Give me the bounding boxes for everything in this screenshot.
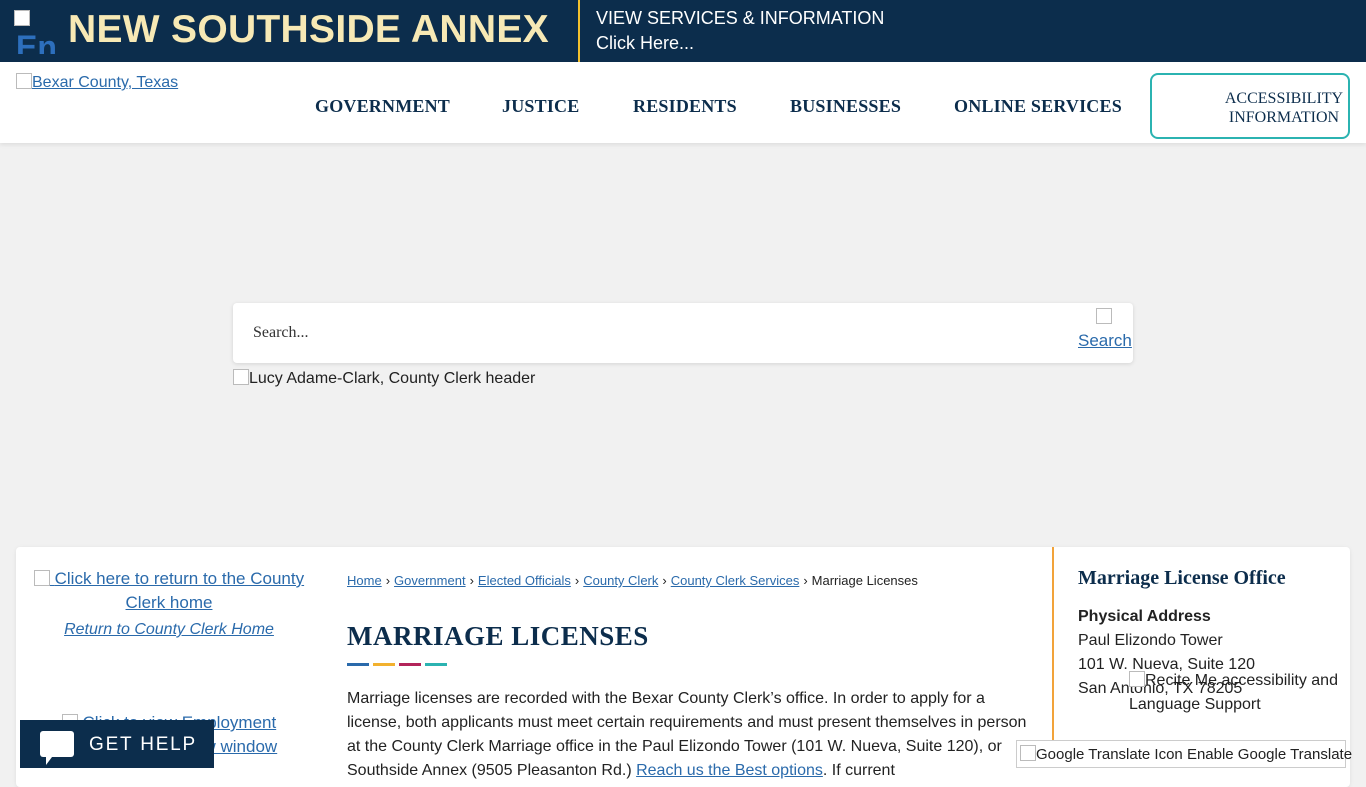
broken-image-icon [33,570,50,586]
return-image-alt: Click here to return to the County Clerk… [54,569,305,612]
breadcrumb: Home › Government › Elected Officials › County… [347,573,918,588]
banner-image-icon: En [14,10,62,54]
search-button-alt: Search [1078,331,1132,350]
breadcrumb-home[interactable]: Home [347,573,382,588]
nav-item-online-services[interactable]: ONLINE SERVICES [954,96,1122,117]
intro-paragraph: Marriage licenses are recorded with the … [347,687,1037,783]
broken-image-icon [14,10,30,26]
broken-image-icon [1020,745,1036,761]
sidebar-title: Marriage License Office [1078,567,1286,589]
breadcrumb-elected-officials[interactable]: Elected Officials [478,573,571,588]
breadcrumb-county-clerk-services[interactable]: County Clerk Services [671,573,800,588]
banner-image-alt: En [16,29,57,54]
search-button[interactable]: Search [1078,305,1132,361]
site-header: Bexar County, Texas GOVERNMENT JUSTICE R… [0,62,1366,143]
search-bar [233,303,1133,363]
breadcrumb-separator: › [574,573,580,588]
page-title: MARRIAGE LICENSES [347,621,649,651]
broken-image-icon [1129,671,1145,687]
accessibility-label-line1: ACCESSIBILITY [1224,90,1344,107]
title-bar-yellow [373,663,395,666]
breadcrumb-separator: › [803,573,808,588]
return-home-image-link[interactable]: Click here to return to the County Clerk… [16,567,322,615]
breadcrumb-separator: › [469,573,474,588]
title-bar-teal [425,663,447,666]
translate-icon-alt: Google Translate Icon [1036,746,1183,763]
site-logo[interactable]: Bexar County, Texas [16,73,178,92]
breadcrumb-county-clerk[interactable]: County Clerk [583,573,658,588]
recite-me-alt: Recite Me accessibility and Language Sup… [1129,672,1338,713]
get-help-label: GET HELP [89,734,198,755]
title-bar-red [399,663,421,666]
nav-item-residents[interactable]: RESIDENTS [633,96,737,117]
banner-divider [578,0,580,62]
breadcrumb-current: Marriage Licenses [811,573,918,588]
county-clerk-header-image: Lucy Adame-Clark, County Clerk header [233,369,535,388]
reach-us-link[interactable]: Reach us the Best options [636,762,823,779]
nav-item-government[interactable]: GOVERNMENT [315,96,450,117]
translate-label: Enable Google Translate [1186,746,1353,763]
sidebar-subtitle: Physical Address [1078,608,1211,625]
breadcrumb-government[interactable]: Government [394,573,466,588]
breadcrumb-separator: › [662,573,667,588]
announcement-banner[interactable]: En NEW SOUTHSIDE ANNEX VIEW SERVICES & I… [0,0,1366,62]
intro-text-continued: . If current [822,762,895,779]
accessibility-label-line2: INFORMATION [1228,109,1340,126]
banner-services-link[interactable]: VIEW SERVICES & INFORMATION [596,8,884,29]
get-help-button[interactable]: GET HELP [20,720,214,768]
broken-image-icon [233,369,249,385]
nav-item-justice[interactable]: JUSTICE [502,96,579,117]
nav-item-businesses[interactable]: BUSINESSES [790,96,901,117]
header-image-alt: Lucy Adame-Clark, County Clerk header [249,370,536,387]
search-input[interactable] [233,303,1073,363]
sidebar-divider [1052,547,1054,768]
title-bar-blue [347,663,369,666]
chat-bubble-icon [40,731,74,765]
breadcrumb-separator: › [385,573,391,588]
recite-me-button[interactable]: Recite Me accessibility and Language Sup… [1129,669,1349,717]
return-home-link[interactable]: Return to County Clerk Home [16,621,322,639]
broken-image-icon [16,73,32,89]
accessibility-information-button[interactable]: ACCESSIBILITY INFORMATION [1150,73,1350,139]
address-line-1: Paul Elizondo Tower [1078,632,1223,649]
banner-title[interactable]: NEW SOUTHSIDE ANNEX [68,6,549,54]
logo-alt-text: Bexar County, Texas [32,74,179,91]
search-icon [1096,308,1112,324]
google-translate-button[interactable]: Google Translate Icon Enable Google Tran… [1016,740,1352,768]
banner-click-here-link[interactable]: Click Here... [596,33,694,54]
